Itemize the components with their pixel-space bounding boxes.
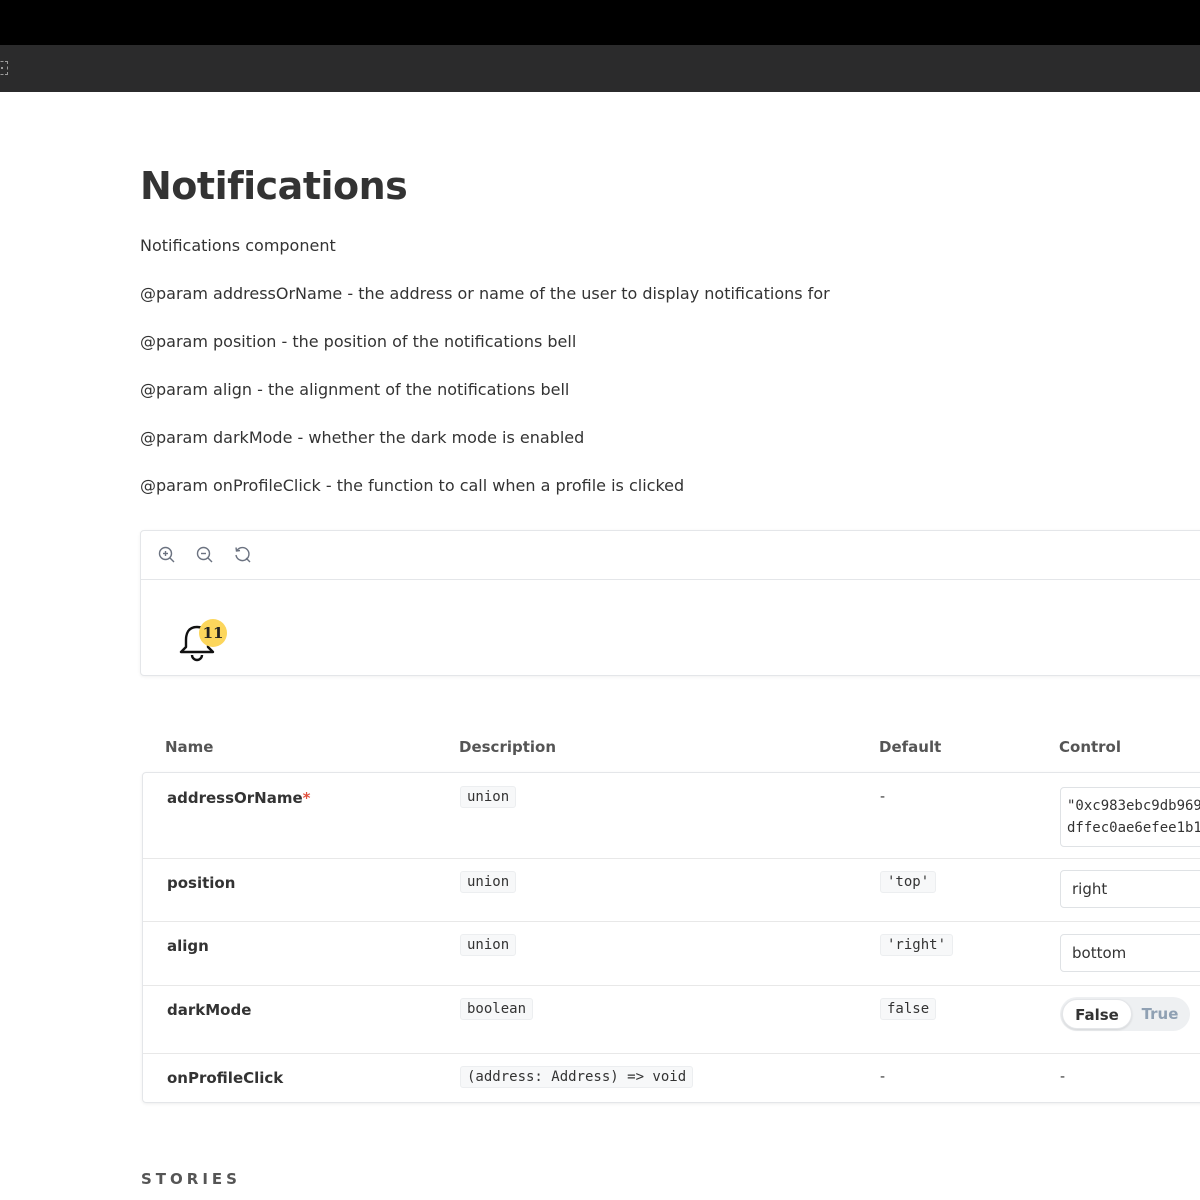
- preview-toolbar: [141, 531, 1200, 580]
- table-row: onProfileClick (address: Address) => voi…: [143, 1053, 1200, 1102]
- arg-control: -: [1060, 1069, 1066, 1085]
- arg-name: addressOrName*: [167, 789, 311, 807]
- arg-type: union: [460, 786, 517, 808]
- reset-zoom-icon[interactable]: [233, 545, 253, 565]
- required-marker: *: [302, 789, 311, 807]
- zoom-out-icon[interactable]: [195, 545, 215, 565]
- arg-default: false: [880, 998, 937, 1020]
- arg-default: 'right': [880, 934, 954, 956]
- outline-toggle-icon[interactable]: [0, 61, 8, 75]
- page-title: Notifications: [140, 164, 408, 208]
- component-description: Notifications component: [140, 236, 336, 255]
- column-header-description: Description: [459, 738, 557, 756]
- arg-default: -: [880, 1069, 886, 1085]
- arg-name: darkMode: [167, 1001, 252, 1019]
- window-top-bar: [0, 0, 1200, 45]
- param-doc-addressOrName: @param addressOrName - the address or na…: [140, 284, 830, 303]
- arg-name: position: [167, 874, 236, 892]
- args-table: addressOrName* union - "0xc983ebc9db969 …: [142, 772, 1200, 1103]
- param-doc-position: @param position - the position of the no…: [140, 332, 577, 351]
- arg-type: boolean: [460, 998, 534, 1020]
- zoom-in-icon[interactable]: [157, 545, 177, 565]
- addressOrName-textarea[interactable]: "0xc983ebc9db969 dffec0ae6efee1b1: [1060, 787, 1200, 847]
- arg-default: -: [880, 789, 886, 805]
- column-header-control: Control: [1059, 738, 1122, 756]
- toggle-false-option[interactable]: False: [1062, 999, 1132, 1029]
- param-doc-align: @param align - the alignment of the noti…: [140, 380, 570, 399]
- toggle-true-option[interactable]: True: [1132, 999, 1188, 1029]
- param-doc-darkMode: @param darkMode - whether the dark mode …: [140, 428, 585, 447]
- table-row: position union 'top' right: [143, 858, 1200, 922]
- position-select[interactable]: right: [1060, 870, 1200, 908]
- arg-name: align: [167, 937, 209, 955]
- story-preview: 11: [140, 530, 1200, 676]
- column-header-default: Default: [879, 738, 942, 756]
- param-doc-onProfileClick: @param onProfileClick - the function to …: [140, 476, 685, 495]
- storybook-toolbar: [0, 45, 1200, 92]
- column-header-name: Name: [165, 738, 214, 756]
- align-select[interactable]: bottom: [1060, 934, 1200, 972]
- darkMode-toggle[interactable]: False True: [1060, 997, 1190, 1031]
- stories-section-heading: STORIES: [141, 1170, 241, 1188]
- arg-type: union: [460, 871, 517, 893]
- table-row: addressOrName* union - "0xc983ebc9db969 …: [143, 773, 1200, 859]
- notification-count-badge: 11: [199, 619, 227, 647]
- arg-type: (address: Address) => void: [460, 1066, 694, 1088]
- arg-name: onProfileClick: [167, 1069, 284, 1087]
- table-row: darkMode boolean false False True: [143, 985, 1200, 1054]
- arg-type: union: [460, 934, 517, 956]
- arg-default: 'top': [880, 871, 937, 893]
- table-row: align union 'right' bottom: [143, 921, 1200, 986]
